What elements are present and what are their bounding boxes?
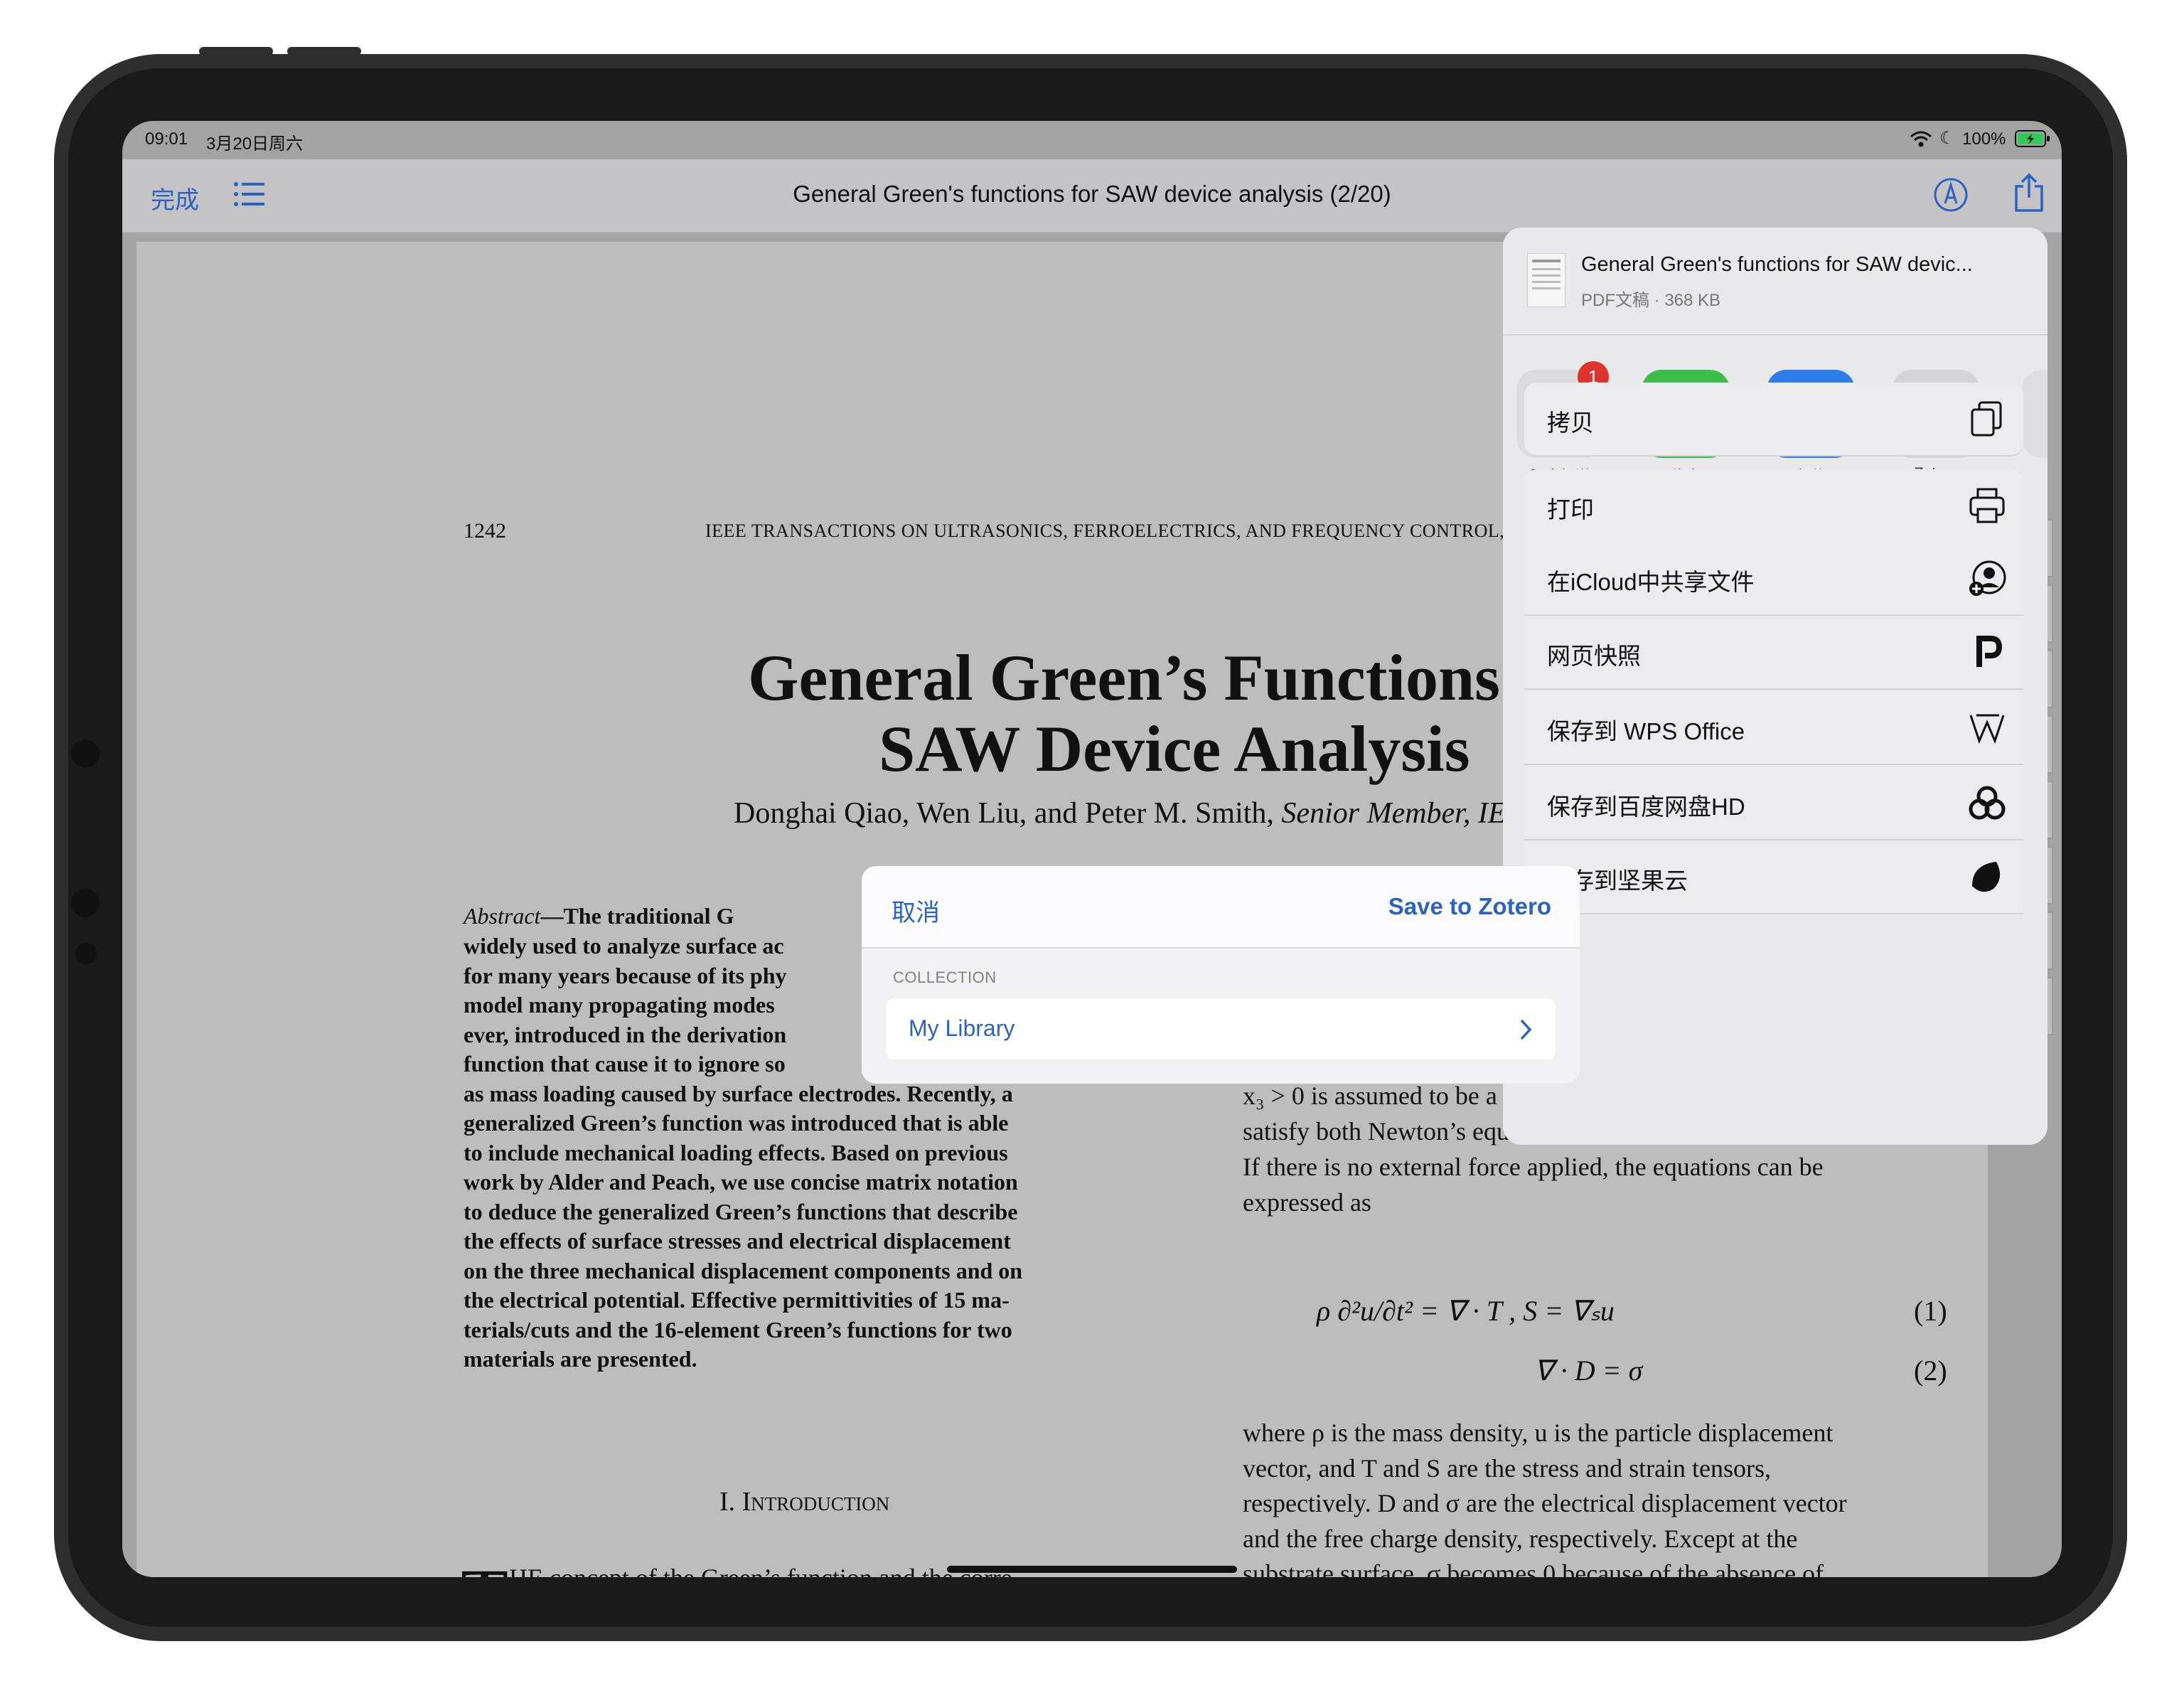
share-action-copy[interactable]: 拷贝 bbox=[1524, 383, 2023, 456]
sensor-dot bbox=[71, 889, 100, 917]
pdf-equation-1-number: (1) bbox=[1914, 1295, 1947, 1327]
jianguoyun-icon bbox=[1968, 858, 2006, 896]
pdf-abstract-line: ever, introduced in the derivation bbox=[464, 1021, 787, 1047]
pdf-abstract-line: on the three mechanical displacement com… bbox=[464, 1257, 1023, 1283]
pdf-right-line: substrate surface, σ becomes 0 because o… bbox=[1243, 1559, 1824, 1577]
pdf-abstract-line: work by Alder and Peach, we use concise … bbox=[464, 1169, 1018, 1195]
pdf-authors-names: Donghai Qiao, Wen Liu, and Peter M. Smit… bbox=[734, 797, 1274, 830]
volume-button-top bbox=[199, 47, 273, 55]
home-indicator[interactable] bbox=[947, 1566, 1237, 1573]
pdf-authors-role: Senior Member, IE bbox=[1281, 797, 1506, 830]
pdf-abstract-line: function that cause it to ignore so bbox=[464, 1051, 786, 1077]
pdf-right-line: vector, and T and S are the stress and s… bbox=[1243, 1453, 1772, 1483]
pdf-abstract-line: to include mechanical loading effects. B… bbox=[464, 1139, 1008, 1165]
pdf-equation-2: ∇ · D = σ bbox=[1534, 1355, 1643, 1387]
status-battery-text: 100% bbox=[1962, 129, 2006, 149]
battery-icon bbox=[2015, 130, 2050, 147]
more-apps-icon[interactable] bbox=[2022, 370, 2048, 458]
dialog-header: 取消 Save to Zotero bbox=[862, 866, 1580, 949]
baidu-netdisk-icon bbox=[1968, 784, 2006, 822]
collection-section-label: COLLECTION bbox=[893, 968, 997, 986]
pdf-abstract-line: the effects of surface stresses and elec… bbox=[464, 1228, 1011, 1254]
share-sheet: General Green's functions for SAW devic.… bbox=[1503, 228, 2048, 1145]
pdf-title-line2: SAW Device Analysis bbox=[879, 712, 1470, 785]
pdf-intro-line: HE concept of the Green’s function and t… bbox=[509, 1563, 1021, 1577]
shared-file-name: General Green's functions for SAW devic.… bbox=[1581, 253, 1973, 276]
wifi-icon bbox=[1910, 131, 1932, 147]
share-action-web-snapshot[interactable]: 网页快照 bbox=[1524, 616, 2023, 690]
pdf-authors: Donghai Qiao, Wen Liu, and Peter M. Smit… bbox=[734, 796, 1506, 831]
markup-icon[interactable] bbox=[1932, 176, 1969, 213]
pdf-page-number: 1242 bbox=[464, 519, 506, 543]
collection-value: My Library bbox=[909, 1015, 1015, 1041]
pdf-section-heading: I. Introduction bbox=[719, 1487, 890, 1517]
pdf-abstract-label: Abstract bbox=[464, 903, 541, 929]
pdf-abstract-line: model many propagating modes bbox=[464, 992, 775, 1018]
share-action-label: 拷贝 bbox=[1547, 410, 1594, 436]
wps-icon bbox=[1968, 708, 2006, 747]
pdf-title-line1: General Green’s Functions fo bbox=[748, 641, 1571, 714]
pdf-right-line: and the free charge density, respectivel… bbox=[1243, 1524, 1798, 1553]
pdf-abstract-first-text: —The traditional G bbox=[540, 903, 734, 929]
status-date: 3月20日周六 bbox=[206, 134, 304, 154]
shared-file-meta: PDF文稿 · 368 KB bbox=[1581, 291, 1721, 310]
volume-button-top-2 bbox=[287, 47, 361, 55]
share-action-baidu-netdisk[interactable]: 保存到百度网盘HD bbox=[1524, 767, 2023, 840]
pdf-abstract-line: the electrical potential. Effective perm… bbox=[464, 1287, 1010, 1313]
share-action-label: 保存到 WPS Office bbox=[1547, 718, 1745, 744]
share-icon[interactable] bbox=[2012, 172, 2046, 213]
screen: 1242 IEEE TRANSACTIONS ON ULTRASONICS, F… bbox=[122, 121, 2062, 1577]
share-action-icloud-share[interactable]: 在iCloud中共享文件 bbox=[1524, 542, 2023, 616]
collection-cell[interactable]: My Library bbox=[886, 998, 1556, 1059]
share-sheet-header: General Green's functions for SAW devic.… bbox=[1503, 228, 2048, 336]
pdf-abstract-line: materials are presented. bbox=[464, 1346, 697, 1372]
pdf-abstract-line: terials/cuts and the 16-element Green’s … bbox=[464, 1316, 1012, 1342]
status-bar: 09:01 3月20日周六 ☾ 100% bbox=[122, 121, 2062, 159]
pdf-equation-1: ρ ∂²u/∂t² = ∇ · T , S = ∇ₛu bbox=[1317, 1295, 1615, 1327]
share-action-label: 网页快照 bbox=[1547, 643, 1641, 669]
pdf-abstract-line: as mass loading caused by surface electr… bbox=[464, 1080, 1013, 1106]
pdf-dropcap: T bbox=[461, 1557, 508, 1577]
file-thumbnail-icon bbox=[1527, 253, 1565, 307]
cancel-button[interactable]: 取消 bbox=[892, 893, 940, 928]
pdf-abstract-first-line: Abstract—The traditional G bbox=[464, 903, 734, 929]
pdf-right-line: where ρ is the mass density, u is the pa… bbox=[1243, 1419, 1834, 1447]
share-action-wps[interactable]: 保存到 WPS Office bbox=[1524, 691, 2023, 765]
pdf-right-line: respectively. D and σ are the electrical… bbox=[1243, 1489, 1847, 1517]
chevron-right-icon bbox=[1520, 1019, 1532, 1040]
pdf-abstract-line: widely used to analyze surface ac bbox=[464, 933, 784, 959]
web-snapshot-icon bbox=[1968, 633, 2006, 671]
pdf-abstract-line: for many years because of its phy bbox=[464, 962, 787, 988]
pdf-equation-2-number: (2) bbox=[1914, 1355, 1947, 1387]
sensor-dot-2 bbox=[75, 943, 97, 964]
nav-bar: 完成 General Green's functions for SAW dev… bbox=[122, 159, 2062, 233]
document-title: General Green's functions for SAW device… bbox=[793, 181, 1391, 207]
pdf-right-line: expressed as bbox=[1243, 1188, 1371, 1217]
pdf-abstract-line: generalized Green’s function was introdu… bbox=[464, 1110, 1009, 1136]
status-time: 09:01 bbox=[145, 129, 188, 149]
pdf-abstract-line: to deduce the generalized Green’s functi… bbox=[464, 1198, 1018, 1224]
share-action-printer[interactable]: 打印 bbox=[1524, 469, 2023, 543]
pdf-journal-header: IEEE TRANSACTIONS ON ULTRASONICS, FERROE… bbox=[705, 520, 1537, 541]
icloud-share-icon bbox=[1968, 559, 2006, 597]
pdf-right-line: If there is no external force applied, t… bbox=[1243, 1153, 1824, 1181]
save-to-zotero-button[interactable]: Save to Zotero bbox=[1388, 893, 1551, 920]
camera-dot bbox=[71, 739, 100, 768]
moon-icon: ☾ bbox=[1939, 129, 1955, 148]
share-action-label: 打印 bbox=[1547, 496, 1594, 523]
share-action-jianguoyun[interactable]: 保存到坚果云 bbox=[1524, 840, 2023, 914]
save-to-zotero-dialog: 取消 Save to Zotero COLLECTION My Library bbox=[862, 866, 1580, 1084]
printer-icon bbox=[1968, 486, 2006, 525]
share-action-label: 保存到百度网盘HD bbox=[1547, 794, 1745, 820]
share-action-label: 在iCloud中共享文件 bbox=[1547, 569, 1755, 595]
copy-icon bbox=[1968, 400, 2006, 438]
